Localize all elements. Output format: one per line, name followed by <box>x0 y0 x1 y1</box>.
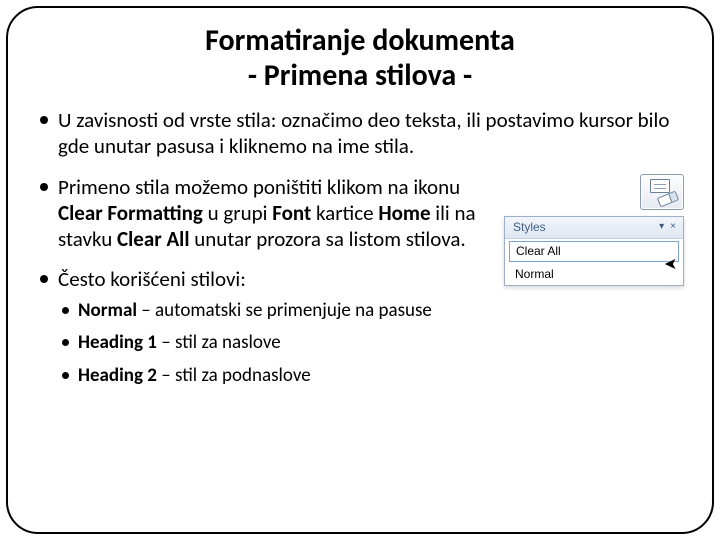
sub3-bold: Heading 2 <box>78 364 157 387</box>
b2-clear-all: Clear All <box>117 226 189 252</box>
panel-close-icon[interactable]: × <box>667 221 679 234</box>
sub-bullet-heading2: Heading 2 – stil za podnaslove <box>58 364 684 389</box>
b2-home: Home <box>378 200 430 226</box>
clear-formatting-row <box>504 174 684 210</box>
b2-seg5: unutar prozora sa listom stilova. <box>194 226 466 252</box>
sub-bullet-heading1: Heading 1 – stil za naslove <box>58 331 684 356</box>
panel-dropdown-icon[interactable]: ▾ <box>656 221 667 234</box>
title-line-2: - Primena stilova - <box>248 57 472 94</box>
styles-panel-header: Styles ▾ × <box>505 217 683 239</box>
sub1-bold: Normal <box>78 299 137 322</box>
bullet-2: Styles ▾ × Clear All Normal ➤ Primeno st… <box>36 174 684 253</box>
clear-formatting-button[interactable] <box>640 174 684 210</box>
sub3-text: – stil za podnaslove <box>157 364 311 387</box>
b2-seg1: Primeno stila možemo poništiti klikom na… <box>58 174 460 200</box>
eraser-icon <box>657 190 679 207</box>
bullet-list: U zavisnosti od vrste stila: označimo de… <box>36 107 684 389</box>
styles-panel-title: Styles <box>513 220 656 235</box>
bullet-1: U zavisnosti od vrste stila: označimo de… <box>36 107 684 160</box>
sub1-text: – automatski se primenjuje na pasuse <box>137 299 432 322</box>
slide-title: Formatiranje dokumenta - Primena stilova… <box>36 24 684 93</box>
bullet-3: Često korišćeni stilovi: Normal – automa… <box>36 266 684 388</box>
b2-clear-formatting: Clear Formatting <box>58 200 203 226</box>
b2-seg3: kartice <box>316 200 378 226</box>
sub-bullet-normal: Normal – automatski se primenjuje na pas… <box>58 299 684 324</box>
b2-seg2: u grupi <box>208 200 273 226</box>
style-item-clear-all[interactable]: Clear All <box>509 241 679 262</box>
slide-frame: Formatiranje dokumenta - Primena stilova… <box>6 6 714 534</box>
bullet-1-text: U zavisnosti od vrste stila: označimo de… <box>58 107 669 159</box>
document-icon <box>650 179 670 193</box>
sub-bullet-list: Normal – automatski se primenjuje na pas… <box>58 299 684 389</box>
bullet-3-text: Često korišćeni stilovi: <box>58 266 246 292</box>
sub2-bold: Heading 1 <box>78 331 157 354</box>
b2-font: Font <box>272 200 311 226</box>
sub2-text: – stil za naslove <box>157 331 281 354</box>
title-line-1: Formatiranje dokumenta <box>205 22 515 59</box>
